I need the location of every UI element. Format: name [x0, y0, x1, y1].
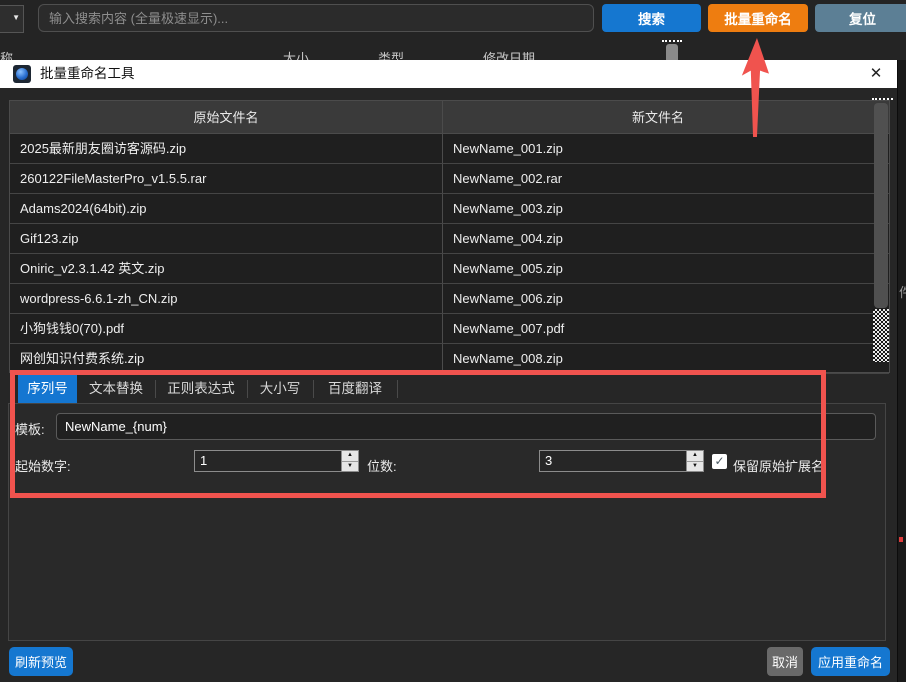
cell-original: 网创知识付费系统.zip	[20, 344, 435, 373]
screen: ▼ 搜索 批量重命名 复位 称 大小 类型 修改日期 批量重命名工具 ✕ 原始文…	[0, 0, 906, 682]
chevron-down-icon: ▼	[12, 13, 20, 22]
cancel-button[interactable]: 取消	[767, 647, 803, 676]
background-scrollbar-thumb[interactable]	[666, 44, 678, 60]
tab-text-replace[interactable]: 文本替换	[78, 375, 154, 403]
header-original-filename[interactable]: 原始文件名	[10, 101, 442, 134]
table-header-row: 原始文件名 新文件名	[10, 101, 889, 134]
cell-new: NewName_006.zip	[453, 284, 853, 313]
serial-number-panel: 模板: 起始数字: 1 ▲ ▼ 位数: 3 ▲ ▼ ✓ 保留原始扩展名	[8, 403, 886, 641]
dialog-title: 批量重命名工具	[40, 60, 135, 88]
table-row[interactable]: Gif123.zip NewName_004.zip	[10, 224, 889, 254]
tab-separator	[313, 380, 314, 398]
cell-original: wordpress-6.6.1-zh_CN.zip	[20, 284, 435, 313]
background-list-header-strip: 称 大小 类型 修改日期	[0, 36, 906, 60]
tab-serial-number[interactable]: 序列号	[18, 375, 77, 403]
start-number-value[interactable]: 1	[195, 451, 341, 471]
spin-up-icon[interactable]: ▲	[342, 451, 358, 462]
tab-case[interactable]: 大小写	[248, 375, 312, 403]
cell-original: 小狗钱钱0(70).pdf	[20, 314, 435, 343]
tab-regex[interactable]: 正则表达式	[156, 375, 246, 403]
template-label: 模板:	[15, 419, 45, 438]
tab-separator	[155, 380, 156, 398]
table-row[interactable]: Oniric_v2.3.1.42 英文.zip NewName_005.zip	[10, 254, 889, 284]
digits-stepper[interactable]: 3 ▲ ▼	[539, 450, 704, 472]
start-number-label: 起始数字:	[15, 456, 71, 475]
cell-new: NewName_003.zip	[453, 194, 853, 223]
cell-new: NewName_005.zip	[453, 254, 853, 283]
header-new-filename[interactable]: 新文件名	[443, 101, 873, 134]
background-window-edge: 件	[898, 60, 906, 682]
tab-separator	[247, 380, 248, 398]
reset-button[interactable]: 复位	[815, 4, 906, 32]
digits-value[interactable]: 3	[540, 451, 686, 471]
table-scrollbar-track-pattern[interactable]	[873, 309, 889, 362]
table-scrollbar-thumb[interactable]	[874, 103, 888, 308]
refresh-preview-button[interactable]: 刷新预览	[9, 647, 73, 676]
spin-down-icon[interactable]: ▼	[687, 462, 703, 472]
tab-baidu-translate[interactable]: 百度翻译	[314, 375, 396, 403]
close-icon[interactable]: ✕	[863, 60, 889, 88]
dialog-titlebar[interactable]: 批量重命名工具 ✕	[0, 60, 897, 88]
table-scrollbar-top	[872, 98, 893, 100]
search-input[interactable]	[38, 4, 594, 32]
search-button[interactable]: 搜索	[602, 4, 701, 32]
cell-new: NewName_008.zip	[453, 344, 853, 373]
table-row[interactable]: 网创知识付费系统.zip NewName_008.zip	[10, 344, 889, 374]
keep-extension-checkbox[interactable]: ✓	[712, 454, 727, 469]
cell-original: 260122FileMasterPro_v1.5.5.rar	[20, 164, 435, 193]
table-row[interactable]: 小狗钱钱0(70).pdf NewName_007.pdf	[10, 314, 889, 344]
keep-extension-label: 保留原始扩展名	[733, 456, 824, 475]
rename-preview-table: 原始文件名 新文件名 2025最新朋友圈访客源码.zip NewName_001…	[9, 100, 890, 373]
cell-original: Adams2024(64bit).zip	[20, 194, 435, 223]
table-row[interactable]: Adams2024(64bit).zip NewName_003.zip	[10, 194, 889, 224]
search-scope-combobox[interactable]: ▼	[0, 5, 24, 33]
table-row[interactable]: wordpress-6.6.1-zh_CN.zip NewName_006.zi…	[10, 284, 889, 314]
cell-original: Oniric_v2.3.1.42 英文.zip	[20, 254, 435, 283]
app-icon	[13, 65, 31, 83]
table-row[interactable]: 2025最新朋友圈访客源码.zip NewName_001.zip	[10, 134, 889, 164]
cell-new: NewName_007.pdf	[453, 314, 853, 343]
spin-up-icon[interactable]: ▲	[687, 451, 703, 462]
batch-rename-button[interactable]: 批量重命名	[708, 4, 808, 32]
background-red-fragment	[899, 537, 903, 542]
cell-original: Gif123.zip	[20, 224, 435, 253]
background-scrollbar-top	[662, 40, 682, 42]
template-input[interactable]	[56, 413, 876, 440]
background-text-fragment: 件	[899, 282, 906, 301]
tab-separator	[397, 380, 398, 398]
cell-original: 2025最新朋友圈访客源码.zip	[20, 134, 435, 163]
start-number-stepper[interactable]: 1 ▲ ▼	[194, 450, 359, 472]
spin-down-icon[interactable]: ▼	[342, 462, 358, 472]
table-row[interactable]: 260122FileMasterPro_v1.5.5.rar NewName_0…	[10, 164, 889, 194]
cell-new: NewName_004.zip	[453, 224, 853, 253]
cell-new: NewName_002.rar	[453, 164, 853, 193]
background-toolbar: ▼ 搜索 批量重命名 复位	[0, 0, 906, 36]
batch-rename-dialog: 批量重命名工具 ✕ 原始文件名 新文件名 2025最新朋友圈访客源码.zip N…	[0, 60, 898, 682]
rename-mode-tabbar: 序列号 文本替换 正则表达式 大小写 百度翻译	[0, 375, 898, 403]
apply-rename-button[interactable]: 应用重命名	[811, 647, 890, 676]
cell-new: NewName_001.zip	[453, 134, 853, 163]
digits-label: 位数:	[367, 456, 397, 475]
